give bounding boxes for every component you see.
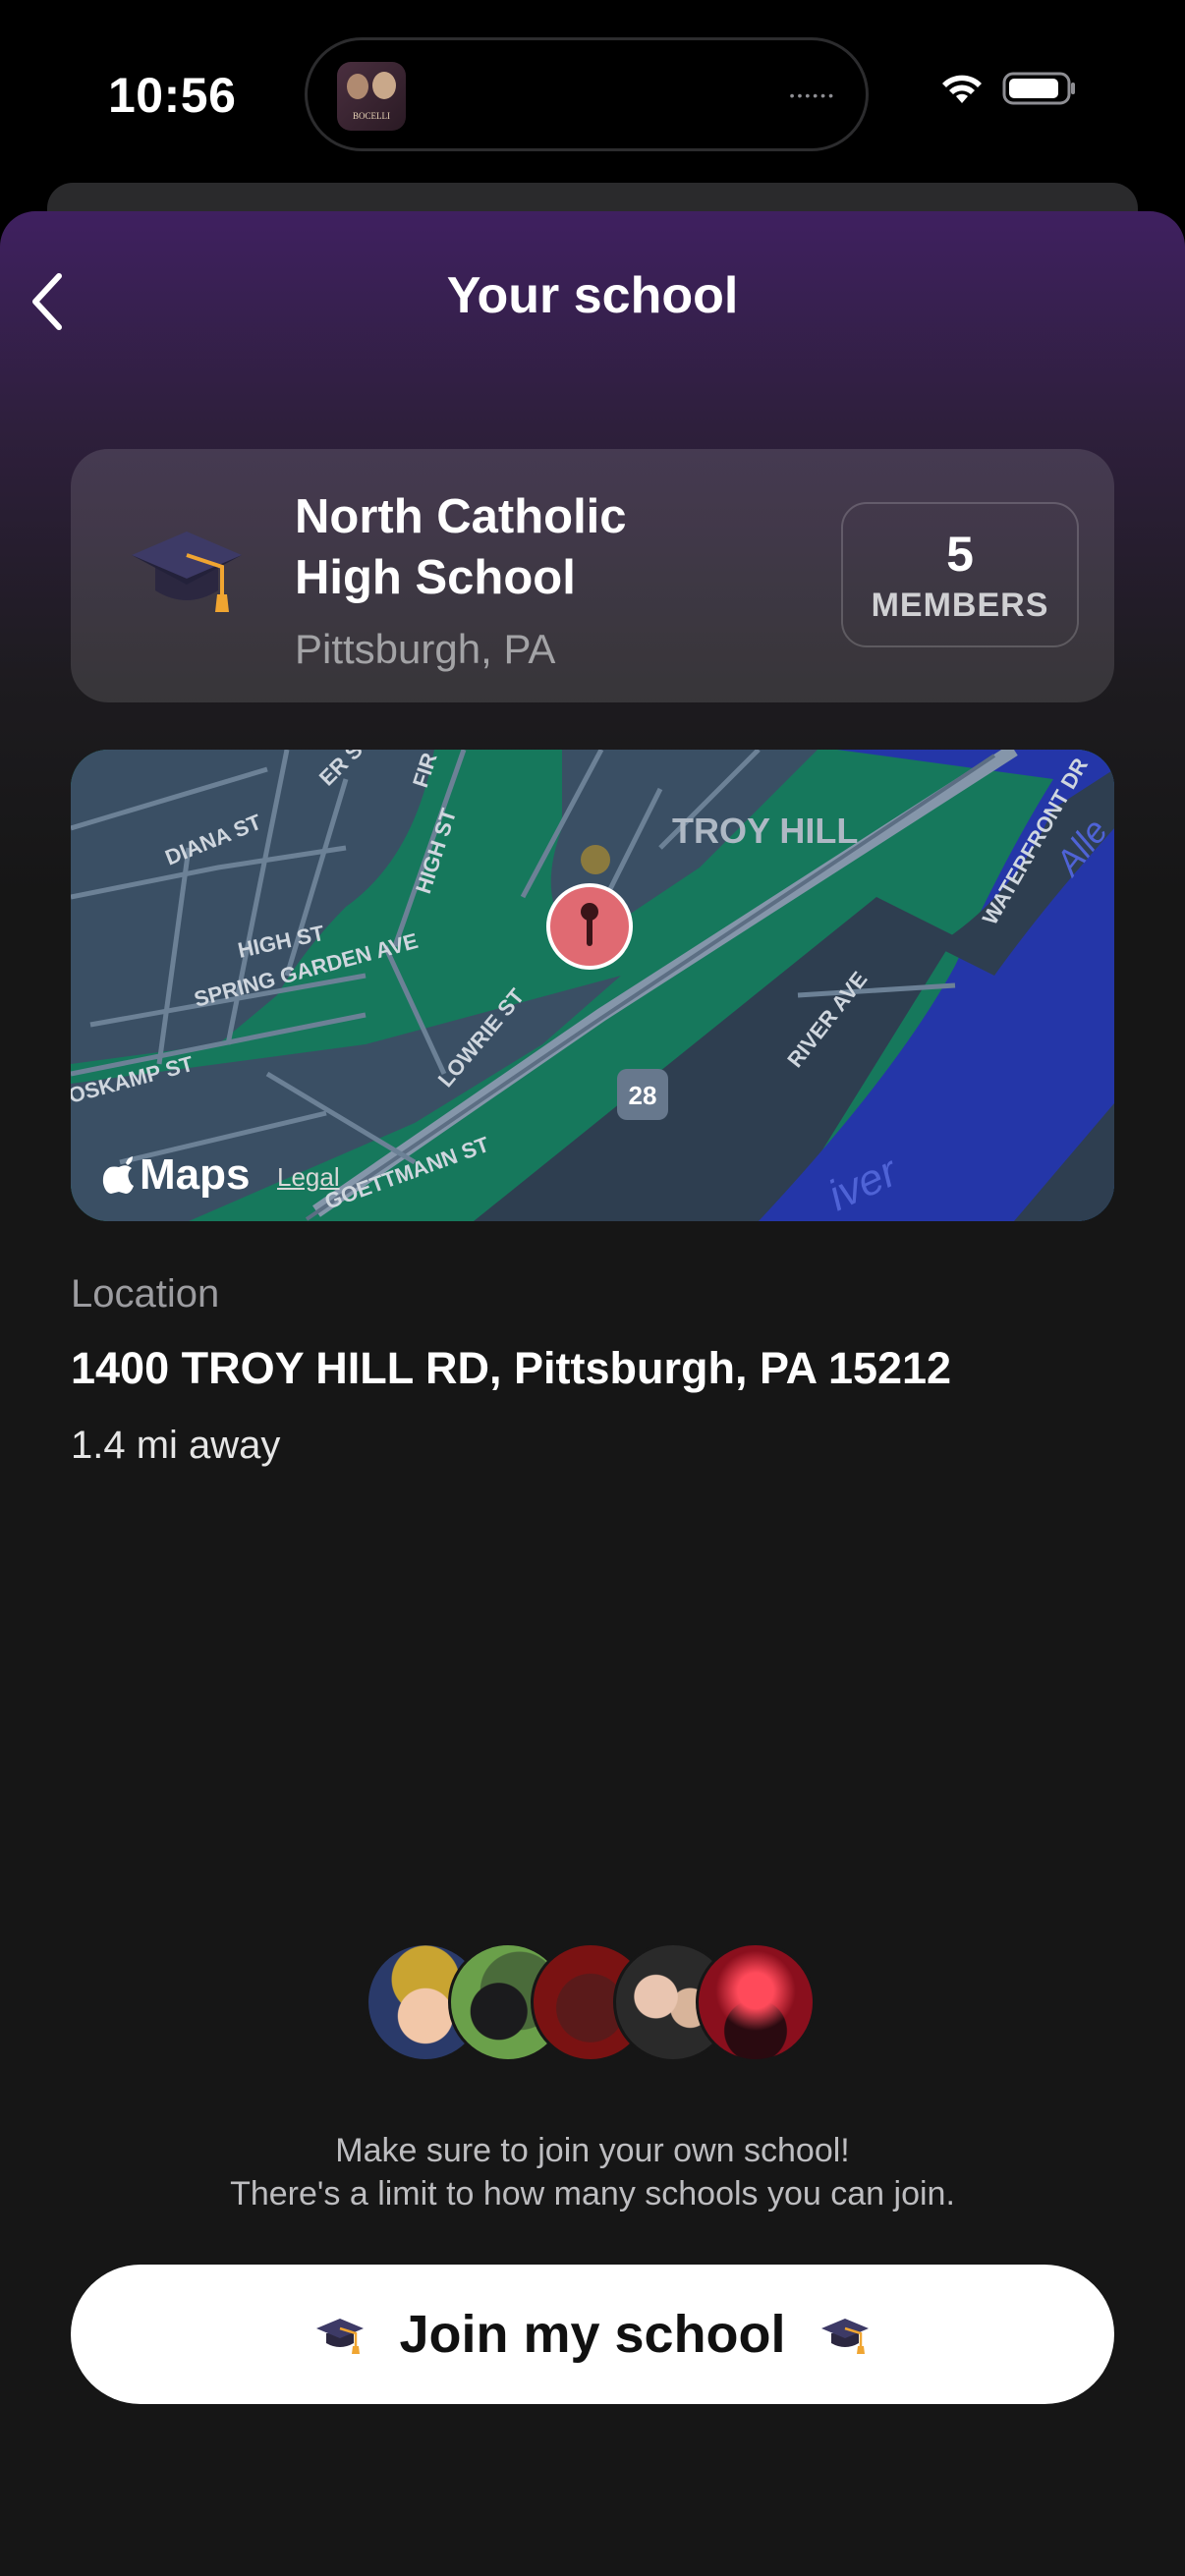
members-count: 5 xyxy=(946,527,974,582)
neighborhood-label: TROY HILL xyxy=(672,811,858,851)
school-name-line1: North Catholic xyxy=(295,490,627,543)
school-city: Pittsburgh, PA xyxy=(295,626,556,672)
now-playing-art-text: BOCELLI xyxy=(353,111,390,121)
school-sheet: Your school North Catholic High School P… xyxy=(0,211,1185,2576)
dynamic-island[interactable]: BOCELLI •••••• xyxy=(305,37,869,151)
maps-logo-text: Maps xyxy=(140,1150,251,1199)
school-name-line2: High School xyxy=(295,551,576,604)
graduation-cap-icon xyxy=(132,532,242,612)
members-label: MEMBERS xyxy=(871,587,1049,624)
nav-bar: Your school xyxy=(0,211,1185,378)
join-note-line1: Make sure to join your own school! xyxy=(335,2132,850,2169)
join-school-button[interactable]: Join my school xyxy=(71,2265,1114,2404)
route-shield-icon: 28 xyxy=(617,1069,668,1120)
apple-maps-logo[interactable]: Maps xyxy=(102,1150,250,1200)
battery-icon xyxy=(1002,72,1075,105)
map-pin-icon[interactable] xyxy=(546,883,633,970)
map-poi-dot xyxy=(581,845,610,874)
status-bar: 10:56 BOCELLI •••••• xyxy=(0,0,1185,187)
avatar xyxy=(696,1942,816,2062)
school-card: North Catholic High School Pittsburgh, P… xyxy=(71,449,1114,702)
maps-legal-link[interactable]: Legal xyxy=(277,1162,340,1193)
join-note: Make sure to join your own school! There… xyxy=(0,2129,1185,2215)
audio-waveform-icon: •••••• xyxy=(789,87,836,103)
route-number: 28 xyxy=(629,1081,657,1110)
location-label: Location xyxy=(71,1272,220,1316)
apple-logo-icon xyxy=(102,1156,134,1194)
member-avatars xyxy=(366,1942,818,2066)
join-school-label: Join my school xyxy=(399,2305,786,2364)
status-time: 10:56 xyxy=(108,68,237,123)
status-icons xyxy=(939,71,1077,106)
join-note-line2: There's a limit to how many schools you … xyxy=(230,2175,955,2212)
now-playing-artwork: BOCELLI xyxy=(337,62,406,131)
location-distance: 1.4 mi away xyxy=(71,1424,281,1467)
school-map[interactable]: DIANA ST HIGH ST SPRING GARDEN AVE LOWRI… xyxy=(71,750,1114,1221)
graduation-cap-icon xyxy=(316,2319,365,2354)
wifi-icon xyxy=(942,75,982,103)
page-title: Your school xyxy=(446,267,739,324)
graduation-cap-icon xyxy=(820,2319,869,2354)
members-badge[interactable]: 5 MEMBERS xyxy=(841,502,1079,647)
school-name: North Catholic High School xyxy=(295,486,707,608)
location-address: 1400 TROY HILL RD, Pittsburgh, PA 15212 xyxy=(71,1343,952,1393)
